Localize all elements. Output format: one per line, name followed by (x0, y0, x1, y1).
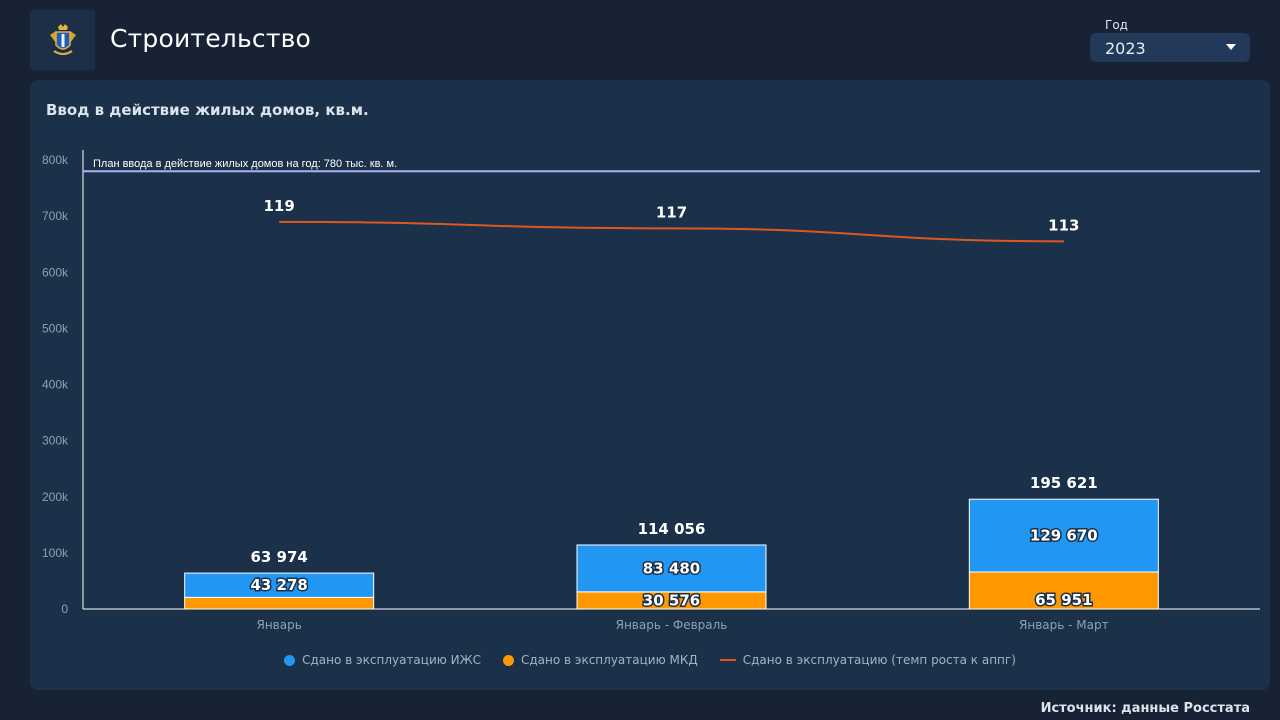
bar-label-mkd: 65 951 (1035, 591, 1092, 609)
chart-legend: Сдано в эксплуатацию ИЖС Сдано в эксплуа… (30, 653, 1270, 667)
bar-mkd (184, 596, 375, 610)
growth-point-label: 117 (656, 203, 687, 221)
y-tick-label: 400k (42, 378, 69, 392)
legend-marker-izhs (284, 654, 296, 666)
y-tick-label: 700k (42, 209, 69, 223)
plan-reference-label: План ввода в действие жилых домов на год… (93, 158, 397, 170)
legend-item-growth[interactable]: Сдано в эксплуатацию (темп роста к аппг) (719, 653, 1016, 667)
x-tick-label: Январь - Март (1019, 618, 1109, 632)
legend-marker-growth (719, 659, 736, 661)
region-emblem-logo (30, 10, 95, 70)
year-select-value: 2023 (1105, 39, 1146, 58)
y-tick-label: 300k (42, 434, 69, 448)
legend-label-mkd: Сдано в эксплуатацию МКД (520, 653, 698, 667)
source-note: Источник: данные Росстата (1040, 701, 1250, 716)
y-tick-label: 600k (42, 265, 69, 279)
bar-total-label: 114 056 (638, 520, 706, 538)
bar-label-mkd: 30 576 (643, 591, 700, 609)
legend-item-mkd[interactable]: Сдано в эксплуатацию МКД (502, 653, 698, 667)
chart-card: Ввод в действие жилых домов, кв.м. 0 100k… (30, 80, 1270, 690)
bar-total-label: 195 621 (1030, 474, 1098, 492)
bar-label-izhs: 83 480 (643, 559, 700, 577)
growth-point-label: 113 (1048, 216, 1079, 234)
bar-label-izhs: 129 670 (1030, 527, 1098, 545)
legend-label-growth: Сдано в эксплуатацию (темп роста к аппг) (742, 653, 1016, 667)
chevron-down-icon (1226, 44, 1236, 50)
x-tick-label: Январь (257, 618, 302, 632)
year-filter-label: Год (1105, 18, 1128, 32)
chart-svg: 0 100k 200k 300k 400k 500k 600k 700k 800k План вв… (42, 150, 1260, 632)
y-tick-label: 200k (42, 490, 69, 504)
y-tick-label: 500k (42, 321, 69, 335)
legend-item-izhs[interactable]: Сдано в эксплуатацию ИЖС (284, 653, 481, 667)
y-tick-label: 100k (42, 546, 69, 560)
growth-line (279, 220, 1064, 243)
y-tick-label: 0 (61, 602, 68, 616)
bar-label-izhs: 43 278 (250, 576, 307, 594)
page-title: Строительство (110, 24, 312, 53)
legend-label-izhs: Сдано в эксплуатацию ИЖС (302, 653, 481, 667)
year-select-dropdown[interactable]: 2023 (1090, 33, 1250, 62)
legend-marker-mkd (502, 654, 514, 666)
growth-point-label: 119 (264, 197, 295, 215)
bar-total-label: 63 974 (250, 548, 307, 566)
x-tick-label: Январь - Февраль (616, 618, 728, 632)
y-tick-label: 800k (42, 153, 69, 167)
